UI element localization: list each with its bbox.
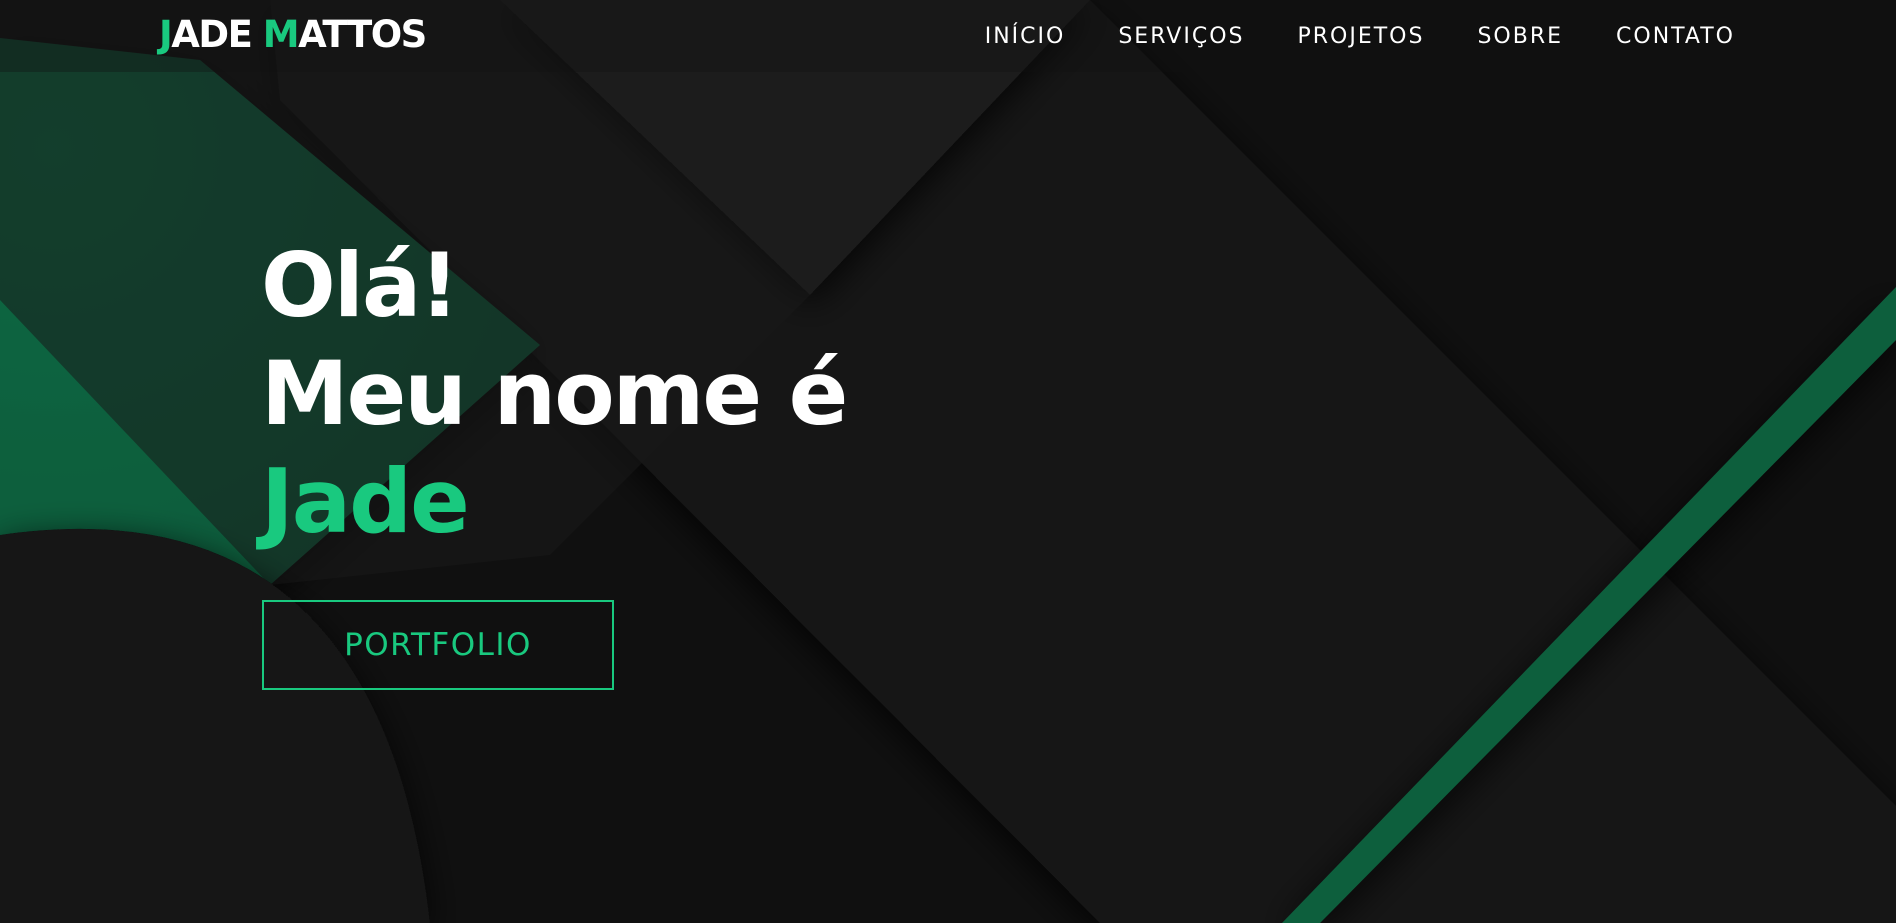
site-logo[interactable]: JADE MATTOS [159,11,427,59]
hero-heading: Olá! Meu nome é Jade [261,232,848,556]
nav-link-contato[interactable]: CONTATO [1616,24,1735,49]
main-navigation: INÍCIO SERVIÇOS PROJETOS SOBRE CONTATO [985,0,1735,72]
top-navbar: JADE MATTOS INÍCIO SERVIÇOS PROJETOS SOB… [0,0,1896,72]
logo-first-rest: ADE [171,13,253,56]
logo-last-rest: ATTOS [298,13,427,56]
nav-link-sobre[interactable]: SOBRE [1477,24,1563,49]
hero-name: Jade [261,450,470,553]
hero-greeting: Olá! [261,234,460,337]
hero-intro: Meu nome é [261,342,848,445]
nav-link-servicos[interactable]: SERVIÇOS [1118,24,1244,49]
portfolio-button[interactable]: PORTFOLIO [262,600,614,690]
landing-page: JADE MATTOS INÍCIO SERVIÇOS PROJETOS SOB… [0,0,1896,923]
logo-last-initial: M [262,13,300,56]
nav-link-projetos[interactable]: PROJETOS [1297,24,1424,49]
nav-link-inicio[interactable]: INÍCIO [985,24,1066,49]
logo-first-initial: J [159,13,173,56]
